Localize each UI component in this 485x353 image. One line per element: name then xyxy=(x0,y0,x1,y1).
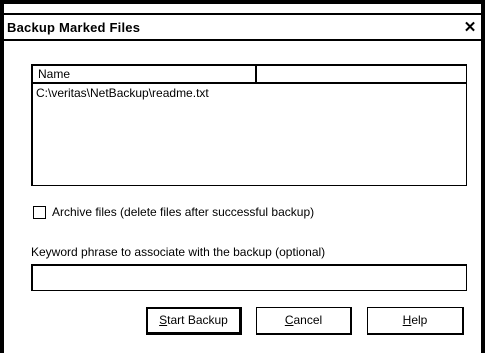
column-header-name[interactable]: Name xyxy=(33,66,257,82)
start-backup-mnemonic: S xyxy=(159,313,168,327)
keyword-phrase-input[interactable] xyxy=(31,264,467,291)
archive-files-label[interactable]: Archive files (delete files after succes… xyxy=(52,205,314,219)
help-label: elp xyxy=(411,313,428,327)
cancel-button[interactable]: Cancel xyxy=(256,307,352,335)
archive-files-checkbox[interactable] xyxy=(33,206,46,219)
window-frame-top xyxy=(0,0,485,4)
file-listview[interactable]: Name C:\veritas\NetBackup\readme.txt xyxy=(31,64,467,186)
keyword-phrase-label: Keyword phrase to associate with the bac… xyxy=(31,245,326,259)
start-backup-button[interactable]: Start Backup xyxy=(146,307,242,335)
window-frame-left xyxy=(0,0,4,353)
help-button[interactable]: Help xyxy=(367,307,464,335)
backup-marked-files-dialog: Backup Marked Files ✕ Name C:\veritas\Ne… xyxy=(0,0,485,353)
cancel-label: ancel xyxy=(293,313,323,327)
list-header: Name xyxy=(33,66,466,84)
window-frame-right xyxy=(481,0,485,353)
title-bar[interactable]: Backup Marked Files ✕ xyxy=(4,13,481,41)
start-backup-label: tart Backup xyxy=(167,313,228,327)
close-icon[interactable]: ✕ xyxy=(463,20,477,35)
list-item[interactable]: C:\veritas\NetBackup\readme.txt xyxy=(36,86,209,100)
column-header-blank[interactable] xyxy=(257,66,466,82)
window-title: Backup Marked Files xyxy=(7,20,141,35)
